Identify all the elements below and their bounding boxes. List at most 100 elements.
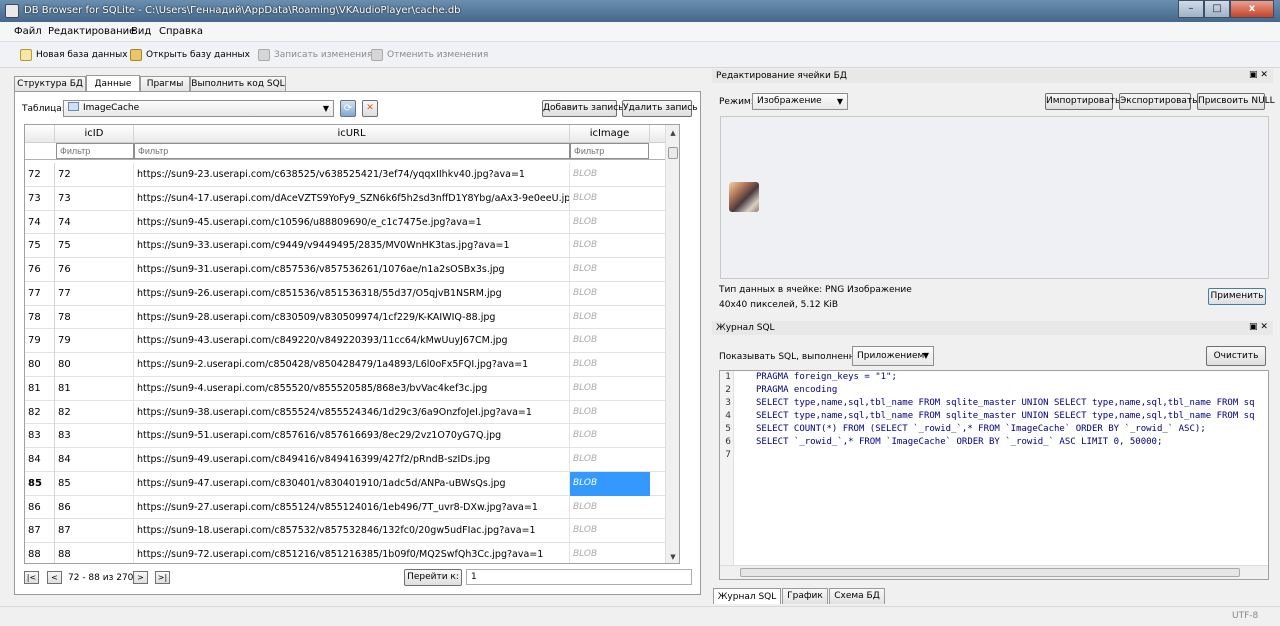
table-row[interactable]: 81 81 https://sun9-4.userapi.com/c855520/v… — [25, 376, 679, 401]
cell-icid[interactable]: 76 — [55, 258, 134, 282]
row-number[interactable]: 80 — [25, 353, 55, 377]
table-row[interactable]: 79 79 https://sun9-43.userapi.com/c849220/… — [25, 329, 679, 353]
column-header-icid[interactable]: icID — [55, 125, 134, 143]
set-null-button[interactable]: Присвоить NULL — [1197, 93, 1275, 110]
tab-db-schema[interactable]: Схема БД — [829, 588, 885, 604]
cell-icimage[interactable]: BLOB — [570, 353, 650, 377]
apply-button[interactable]: Применить — [1208, 288, 1266, 305]
cell-icid[interactable]: 78 — [55, 305, 134, 330]
goto-input[interactable]: 1 — [466, 569, 692, 585]
table-row[interactable]: 83 83 https://sun9-51.userapi.com/c857616/… — [25, 424, 679, 448]
row-number[interactable]: 86 — [25, 495, 55, 520]
edit-cell-dock-buttons[interactable]: ▣ ✕ — [1249, 70, 1268, 80]
cell-icurl[interactable]: https://sun9-72.userapi.com/c851216/v851… — [134, 543, 570, 563]
mode-select[interactable]: Изображение ▼ — [752, 93, 848, 110]
open-database-button[interactable]: Открыть базу данных — [130, 47, 250, 63]
cell-icurl[interactable]: https://sun9-51.userapi.com/c857616/v857… — [134, 424, 570, 448]
cell-icid[interactable]: 77 — [55, 281, 134, 306]
first-page-button[interactable]: |< — [24, 571, 39, 584]
table-select[interactable]: ImageCache ▼ — [63, 100, 334, 117]
table-row[interactable]: 72 72 https://sun9-23.userapi.com/c638525/… — [25, 163, 679, 187]
new-database-button[interactable]: Новая база данных — [20, 47, 128, 63]
editor-horizontal-scrollbar[interactable] — [720, 565, 1268, 579]
cell-icurl[interactable]: https://sun9-27.userapi.com/c855124/v855… — [134, 495, 570, 520]
cell-icimage[interactable]: BLOB — [570, 543, 650, 563]
write-changes-button[interactable]: Записать изменения — [258, 47, 372, 63]
cell-icurl[interactable]: https://sun9-38.userapi.com/c855524/v855… — [134, 400, 570, 425]
cell-icimage[interactable]: BLOB — [570, 448, 650, 472]
table-row[interactable]: 85 85 https://sun9-47.userapi.com/c830401/… — [25, 471, 679, 496]
cell-icurl[interactable]: https://sun9-26.userapi.com/c851536/v851… — [134, 281, 570, 306]
cell-icurl[interactable]: https://sun9-28.userapi.com/c830509/v830… — [134, 305, 570, 330]
export-button[interactable]: Экспортировать — [1119, 93, 1197, 110]
table-row[interactable]: 75 75 https://sun9-33.userapi.com/c9449/v9… — [25, 234, 679, 258]
cell-icid[interactable]: 86 — [55, 495, 134, 520]
row-number[interactable]: 78 — [25, 305, 55, 330]
cell-icid[interactable]: 80 — [55, 353, 134, 377]
cell-icurl[interactable]: https://sun9-43.userapi.com/c849220/v849… — [134, 329, 570, 353]
row-number[interactable]: 77 — [25, 281, 55, 306]
next-page-button[interactable]: > — [133, 571, 148, 584]
cell-icurl[interactable]: https://sun9-18.userapi.com/c857532/v857… — [134, 519, 570, 543]
sql-source-select[interactable]: Приложением ▼ — [852, 346, 934, 366]
tab-execute-sql[interactable]: Выполнить код SQL — [190, 76, 286, 92]
row-number[interactable]: 79 — [25, 329, 55, 353]
cell-icid[interactable]: 72 — [55, 163, 134, 187]
row-number[interactable]: 75 — [25, 234, 55, 258]
grid-vertical-scrollbar[interactable]: ▲ ▼ — [665, 125, 679, 563]
cell-icid[interactable]: 85 — [55, 471, 134, 496]
menu-edit[interactable]: Редактирование — [48, 26, 135, 37]
table-row[interactable]: 87 87 https://sun9-18.userapi.com/c857532/… — [25, 519, 679, 543]
cell-icid[interactable]: 88 — [55, 543, 134, 563]
cell-icurl[interactable]: https://sun9-45.userapi.com/c10596/u8880… — [134, 210, 570, 235]
minimize-button[interactable]: – — [1178, 0, 1204, 18]
import-button[interactable]: Импортировать — [1045, 93, 1120, 110]
refresh-button[interactable]: ⟳ — [340, 100, 356, 117]
tab-browse-data[interactable]: Данные — [86, 75, 140, 92]
cell-icimage[interactable]: BLOB — [570, 329, 650, 353]
row-number[interactable]: 73 — [25, 186, 55, 211]
filter-icurl-input[interactable] — [134, 143, 570, 159]
cell-icimage[interactable]: BLOB — [570, 471, 650, 496]
cell-icimage[interactable]: BLOB — [570, 519, 650, 543]
cell-icimage[interactable]: BLOB — [570, 258, 650, 282]
cell-icid[interactable]: 74 — [55, 210, 134, 235]
cell-icid[interactable]: 79 — [55, 329, 134, 353]
row-number[interactable]: 74 — [25, 210, 55, 235]
delete-record-button[interactable]: Удалить запись — [622, 100, 698, 117]
row-number[interactable]: 88 — [25, 543, 55, 563]
cell-icimage[interactable]: BLOB — [570, 306, 650, 330]
column-header-icurl[interactable]: icURL — [134, 125, 570, 143]
cell-icid[interactable]: 84 — [55, 448, 134, 472]
cell-icurl[interactable]: https://sun9-4.userapi.com/c855520/v8555… — [134, 376, 570, 401]
table-row[interactable]: 84 84 https://sun9-49.userapi.com/c849416/… — [25, 448, 679, 472]
menu-view[interactable]: Вид — [131, 26, 151, 37]
tab-database-structure[interactable]: Структура БД — [14, 76, 86, 92]
menu-help[interactable]: Справка — [159, 26, 203, 37]
row-number[interactable]: 87 — [25, 519, 55, 543]
cell-icurl[interactable]: https://sun9-31.userapi.com/c857536/v857… — [134, 258, 570, 282]
tab-plot[interactable]: График — [782, 588, 828, 604]
cell-icimage[interactable]: BLOB — [570, 282, 650, 306]
table-row[interactable]: 77 77 https://sun9-26.userapi.com/c851536/… — [25, 281, 679, 306]
table-row[interactable]: 78 78 https://sun9-28.userapi.com/c830509/… — [25, 305, 679, 330]
cell-icimage[interactable]: BLOB — [570, 187, 650, 211]
column-header-icimage[interactable]: icImage — [570, 125, 650, 143]
cell-icurl[interactable]: https://sun9-23.userapi.com/c638525/v638… — [134, 163, 570, 187]
cell-icimage[interactable]: BLOB — [570, 401, 650, 425]
add-record-button[interactable]: Добавить запись — [542, 100, 623, 117]
last-page-button[interactable]: >| — [155, 571, 170, 584]
maximize-button[interactable]: □ — [1204, 0, 1230, 18]
table-row[interactable]: 76 76 https://sun9-31.userapi.com/c857536/… — [25, 258, 679, 282]
table-row[interactable]: 73 73 https://sun4-17.userapi.com/dAceVZTS… — [25, 186, 679, 211]
tab-sql-log[interactable]: Журнал SQL — [713, 588, 781, 604]
scroll-down-icon[interactable]: ▼ — [666, 549, 679, 563]
cell-icimage[interactable]: BLOB — [570, 496, 650, 520]
row-number[interactable]: 82 — [25, 400, 55, 425]
cell-icimage[interactable]: BLOB — [570, 234, 650, 258]
editor-scroll-thumb[interactable] — [740, 568, 1240, 577]
scroll-up-icon[interactable]: ▲ — [666, 125, 679, 141]
row-number[interactable]: 85 — [25, 471, 55, 496]
table-row[interactable]: 88 88 https://sun9-72.userapi.com/c851216/… — [25, 543, 679, 563]
cell-icid[interactable]: 73 — [55, 186, 134, 211]
